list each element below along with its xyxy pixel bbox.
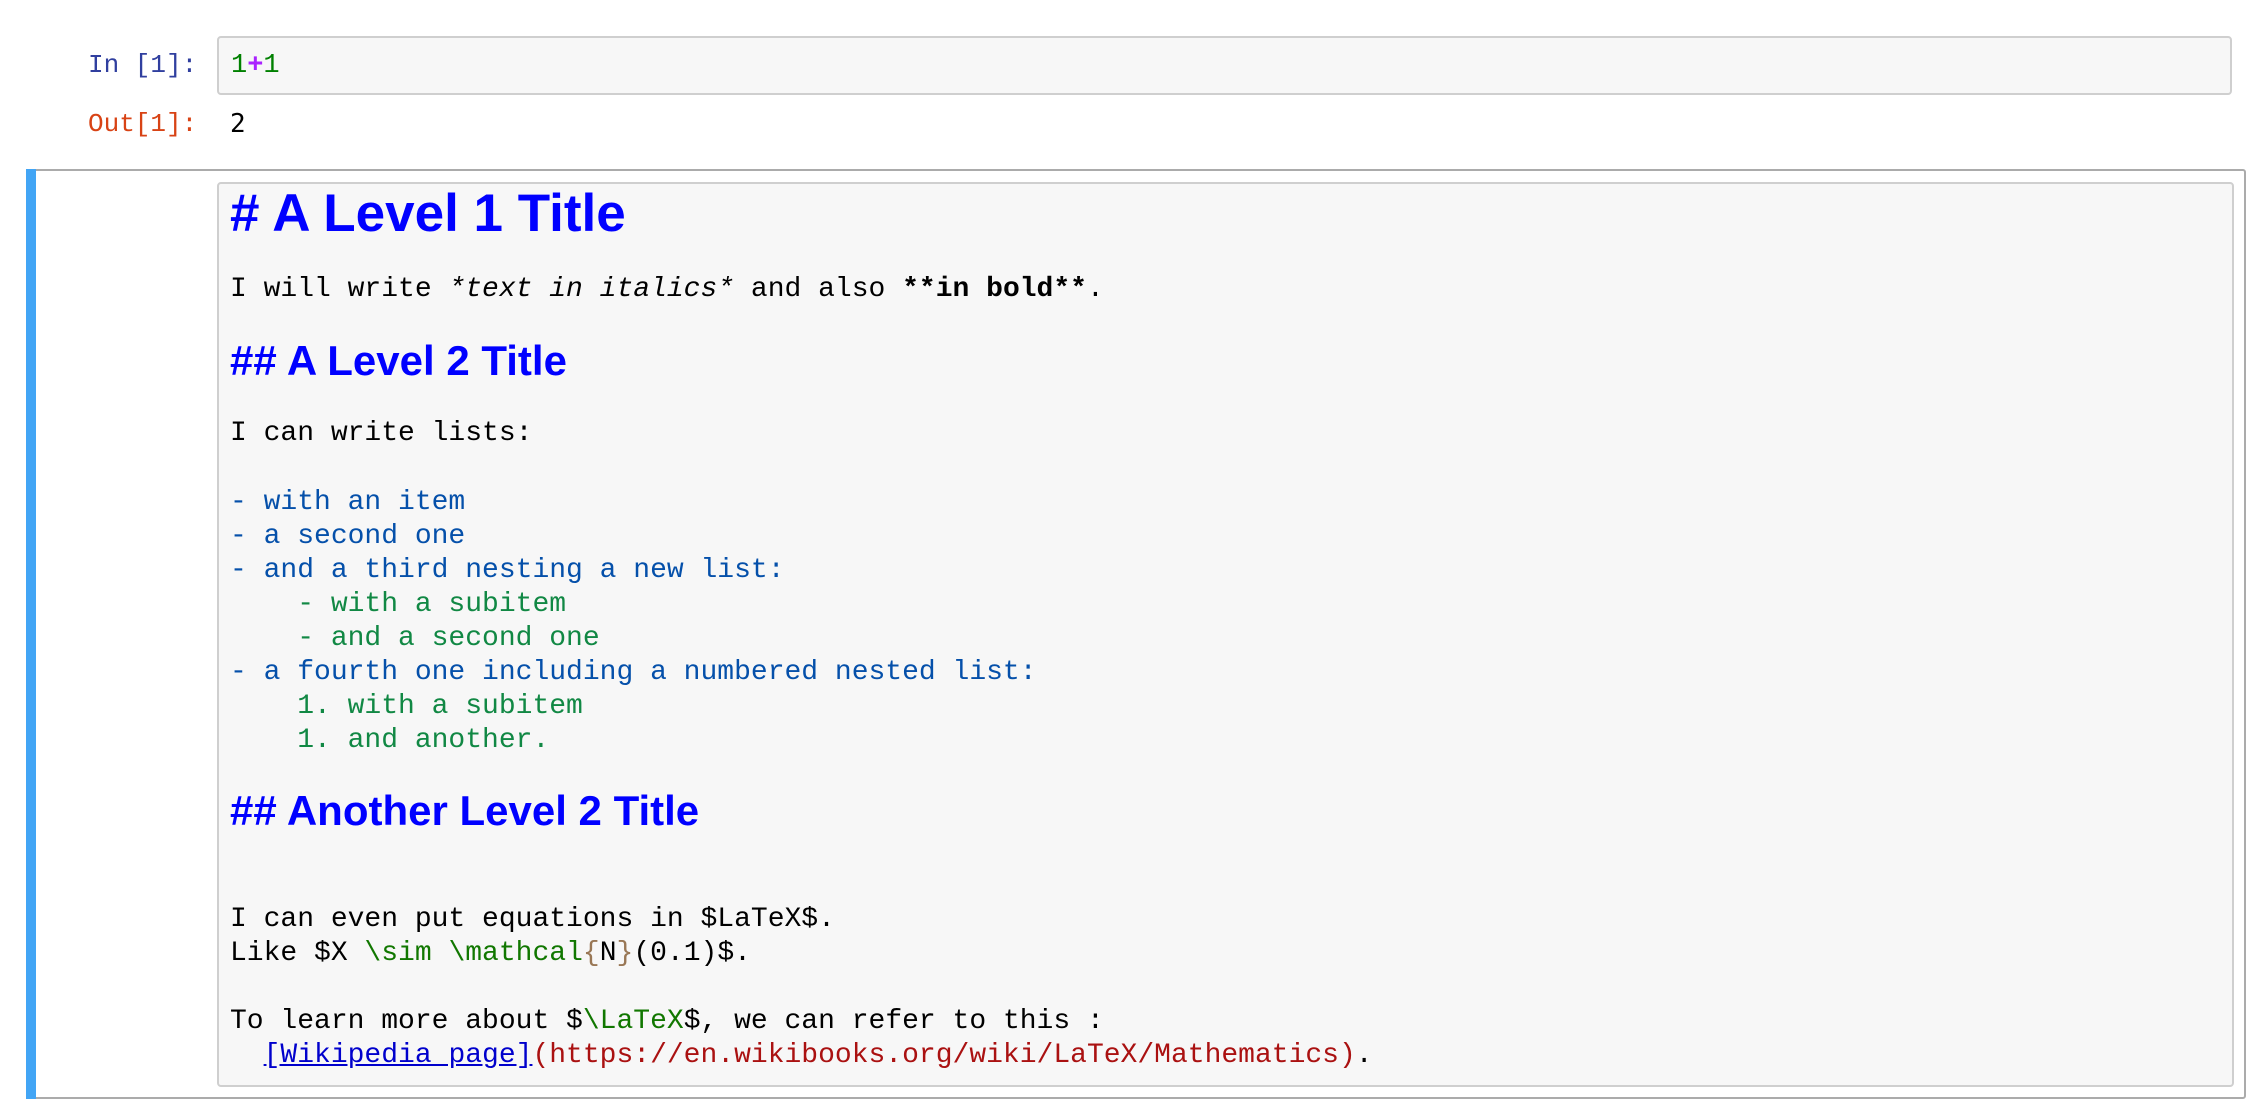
output-prompt: Out[1]: — [88, 109, 198, 139]
text-plain: Like $X — [230, 938, 365, 969]
input-prompt: In [1]: — [88, 50, 198, 80]
code-operator: + — [247, 51, 264, 81]
cell-selection-indicator — [26, 169, 36, 1099]
list-subitem: - with a subitem — [230, 589, 567, 620]
code-source[interactable]: 1+1 — [231, 51, 280, 81]
latex-command: \sim — [364, 938, 432, 969]
text-plain: (0.1)$. — [633, 938, 751, 969]
output-value: 2 — [230, 109, 246, 139]
wikipedia-link[interactable]: [Wikipedia page] — [264, 1040, 533, 1071]
latex-line: I can even put equations in $LaTeX$. — [230, 904, 835, 935]
lists-intro: I can write lists: — [230, 418, 533, 449]
list-item: - with an item — [230, 487, 466, 518]
code-number: 1 — [263, 51, 280, 81]
text-plain: . — [1086, 274, 1104, 305]
text-plain: I will write — [230, 274, 449, 305]
text-plain: N — [599, 938, 617, 969]
markdown-paragraph: I will write *text in italics* and also … — [230, 273, 1104, 307]
text-plain: $, we can refer to this : — [683, 1006, 1104, 1037]
markdown-h2: ## Another Level 2 Title — [230, 787, 700, 834]
code-input-editor[interactable]: 1+1 — [217, 36, 2232, 95]
list-item: - and a third nesting a new list: — [230, 555, 785, 586]
list-subitem: - and a second one — [230, 623, 600, 654]
code-number: 1 — [231, 51, 248, 81]
text-plain — [432, 938, 449, 969]
text-plain: and also — [734, 274, 903, 305]
latex-equation-line: Like $X \sim \mathcal{N}(0.1)$. — [230, 937, 751, 971]
list-item: - a second one — [230, 521, 466, 552]
markdown-h1: # A Level 1 Title — [230, 184, 626, 243]
text-plain: To learn more about $ — [230, 1006, 583, 1037]
link-line: [Wikipedia page](https://en.wikibooks.or… — [230, 1039, 1373, 1073]
latex-brace: { — [582, 938, 600, 969]
list-subitem: 1. and another. — [230, 725, 550, 756]
list-subitem: 1. with a subitem — [230, 691, 583, 722]
latex-command: \LaTeX — [582, 1006, 684, 1037]
markdown-h2: ## A Level 2 Title — [230, 337, 567, 384]
list-item: - a fourth one including a numbered nest… — [230, 657, 1037, 688]
text-italic: *text in italics* — [448, 274, 735, 305]
link-url: (https://en.wikibooks.org/wiki/LaTeX/Mat… — [532, 1040, 1356, 1071]
latex-brace: } — [616, 938, 634, 969]
latex-command: \mathcal — [448, 938, 583, 969]
text-bold: **in bold** — [902, 274, 1087, 305]
text-plain: . — [1355, 1040, 1373, 1071]
learn-more-line: To learn more about $\LaTeX$, we can ref… — [230, 1005, 1104, 1039]
